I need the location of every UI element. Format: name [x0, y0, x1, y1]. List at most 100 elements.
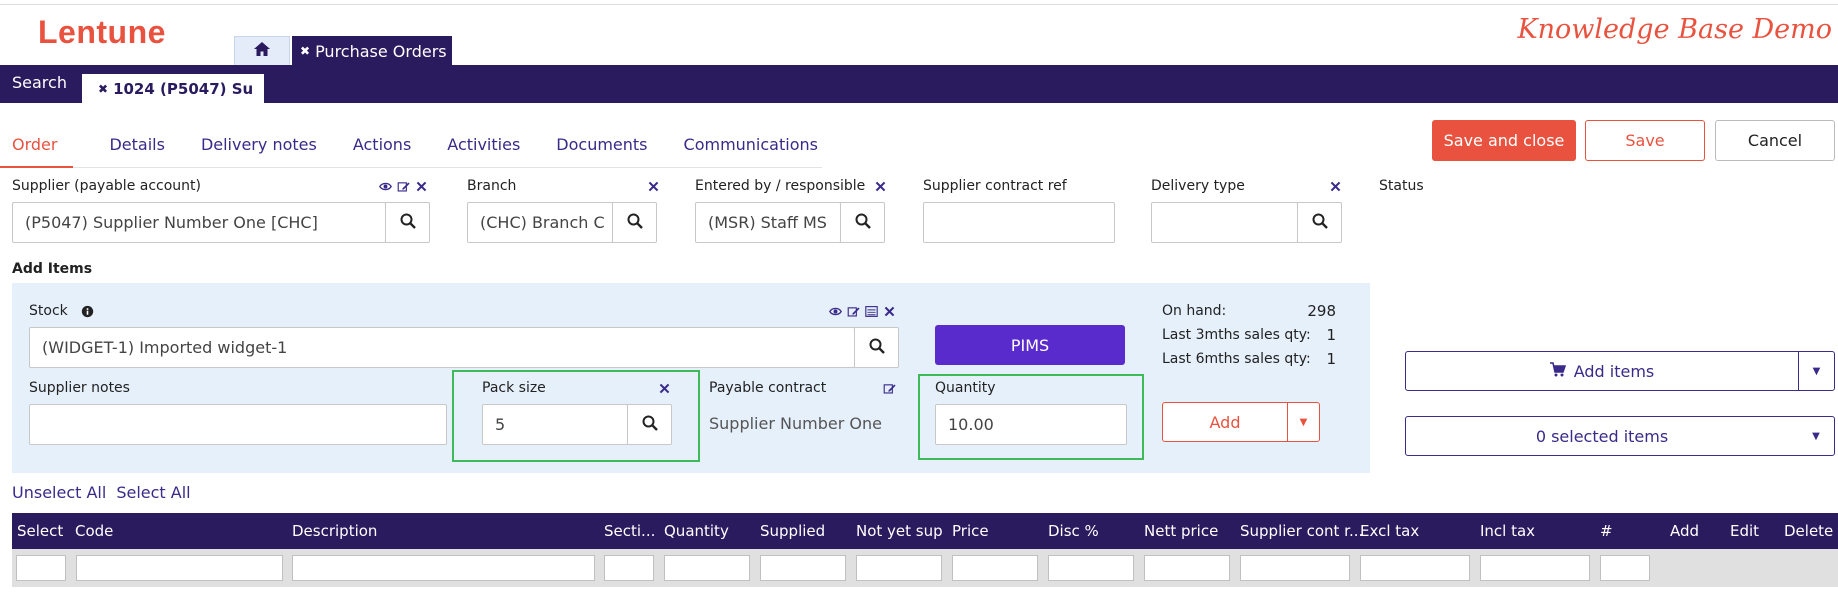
supplier-input[interactable]: (P5047) Supplier Number One [CHC] [12, 202, 386, 243]
pims-button[interactable]: PIMS [935, 325, 1125, 365]
subtabs: Order Details Delivery notes Actions Act… [0, 132, 854, 168]
filter-supplied[interactable] [760, 555, 846, 581]
tab-documents[interactable]: Documents [556, 132, 647, 168]
filter-incl-tax[interactable] [1480, 555, 1590, 581]
filter-nett-price[interactable] [1144, 555, 1230, 581]
select-links: Unselect All Select All [12, 483, 191, 502]
add-items-button[interactable]: Add items ▼ [1405, 351, 1835, 391]
supplier-contract-ref-input[interactable] [923, 202, 1115, 243]
col-select[interactable]: Select [17, 522, 63, 540]
stock-input[interactable]: (WIDGET-1) Imported widget-1 [29, 327, 855, 368]
tab-purchase-orders[interactable]: ✖ Purchase Orders [292, 36, 452, 66]
cancel-button[interactable]: Cancel [1715, 120, 1835, 161]
filter-description[interactable] [292, 555, 595, 581]
filter-price[interactable] [952, 555, 1038, 581]
on-hand-value: 298 [1307, 302, 1336, 320]
clear-icon[interactable] [414, 179, 428, 193]
eye-icon[interactable] [378, 179, 392, 193]
col-supplier-contract-ref[interactable]: Supplier cont r... [1240, 522, 1363, 540]
stock-search-button[interactable] [854, 327, 899, 368]
tab-purchase-orders-label: Purchase Orders [315, 41, 447, 61]
tab-activities[interactable]: Activities [447, 132, 520, 168]
pack-size-label: Pack size [482, 380, 546, 396]
selected-items-dropdown[interactable]: 0 selected items ▼ [1405, 416, 1835, 456]
list-icon[interactable] [864, 304, 878, 318]
clear-icon[interactable] [657, 381, 671, 395]
col-supplied[interactable]: Supplied [760, 522, 825, 540]
add-button[interactable]: Add ▼ [1162, 402, 1320, 442]
pack-size-actions [657, 381, 671, 395]
home-tab[interactable] [234, 36, 290, 66]
tab-actions[interactable]: Actions [353, 132, 411, 168]
quantity-input[interactable]: 10.00 [935, 404, 1127, 445]
filter-disc[interactable] [1048, 555, 1134, 581]
col-incl-tax[interactable]: Incl tax [1480, 522, 1535, 540]
search-icon [1312, 213, 1328, 233]
col-description[interactable]: Description [292, 522, 377, 540]
tab-order[interactable]: Order [0, 132, 74, 168]
filter-not-yet-supplied[interactable] [856, 555, 942, 581]
supplier-search-button[interactable] [385, 202, 430, 243]
chevron-down-icon[interactable]: ▼ [1287, 403, 1319, 441]
branch-search-button[interactable] [612, 202, 657, 243]
save-and-close-button[interactable]: Save and close [1432, 120, 1576, 161]
tab-order-1024[interactable]: ✖ 1024 (P5047) Su [82, 74, 264, 104]
filter-quantity[interactable] [664, 555, 750, 581]
payable-contract-label: Payable contract [709, 380, 827, 396]
edit-icon[interactable] [882, 381, 896, 395]
close-icon[interactable]: ✖ [98, 82, 108, 96]
clear-icon[interactable] [882, 304, 896, 318]
entered-by-search-button[interactable] [840, 202, 885, 243]
clear-icon[interactable] [873, 179, 887, 193]
info-icon[interactable] [80, 304, 94, 318]
pack-size-input[interactable]: 5 [482, 404, 628, 445]
col-section[interactable]: Secti... [604, 522, 655, 540]
clear-icon[interactable] [1328, 179, 1342, 193]
app-logo[interactable]: Lentune [38, 14, 166, 51]
save-button[interactable]: Save [1585, 120, 1705, 161]
entered-by-input[interactable]: (MSR) Staff MS [695, 202, 841, 243]
col-add[interactable]: Add [1670, 522, 1699, 540]
chevron-down-icon[interactable]: ▼ [1798, 417, 1834, 455]
pack-size-search-button[interactable] [627, 404, 672, 445]
table-filter-row [12, 549, 1838, 587]
filter-code[interactable] [76, 555, 283, 581]
edit-icon[interactable] [396, 179, 410, 193]
col-disc[interactable]: Disc % [1048, 522, 1099, 540]
filter-excl-tax[interactable] [1360, 555, 1470, 581]
filter-number[interactable] [1600, 555, 1650, 581]
col-not-yet-supplied[interactable]: Not yet sup [856, 522, 943, 540]
add-items-button-label: Add items [1573, 361, 1655, 381]
delivery-type-input[interactable] [1151, 202, 1298, 243]
filter-supplier-contract-ref[interactable] [1240, 555, 1350, 581]
last-6mths-value: 1 [1326, 350, 1336, 368]
unselect-all-link[interactable]: Unselect All [12, 483, 106, 502]
col-excl-tax[interactable]: Excl tax [1360, 522, 1419, 540]
edit-icon[interactable] [846, 304, 860, 318]
col-edit[interactable]: Edit [1730, 522, 1759, 540]
clear-icon[interactable] [646, 179, 660, 193]
select-all-link[interactable]: Select All [116, 483, 190, 502]
filter-select[interactable] [16, 555, 66, 581]
filter-section[interactable] [604, 555, 654, 581]
tab-details[interactable]: Details [109, 132, 164, 168]
nav-bar: Search [0, 65, 1838, 103]
supplier-notes-input[interactable] [29, 404, 447, 445]
chevron-down-icon[interactable]: ▼ [1798, 352, 1834, 390]
col-quantity[interactable]: Quantity [664, 522, 729, 540]
nav-search[interactable]: Search [12, 73, 67, 92]
eye-icon[interactable] [828, 304, 842, 318]
col-number[interactable]: # [1600, 522, 1613, 540]
status-label: Status [1379, 178, 1424, 194]
col-code[interactable]: Code [75, 522, 113, 540]
delivery-type-search-button[interactable] [1297, 202, 1342, 243]
branch-input[interactable]: (CHC) Branch C [467, 202, 613, 243]
close-icon[interactable]: ✖ [300, 44, 310, 58]
col-delete[interactable]: Delete [1784, 522, 1833, 540]
col-nett-price[interactable]: Nett price [1144, 522, 1218, 540]
tab-communications[interactable]: Communications [684, 132, 818, 168]
tab-delivery-notes[interactable]: Delivery notes [201, 132, 317, 168]
add-button-label: Add [1209, 412, 1241, 432]
col-price[interactable]: Price [952, 522, 989, 540]
table-header: Select Code Description Secti... Quantit… [12, 513, 1838, 549]
